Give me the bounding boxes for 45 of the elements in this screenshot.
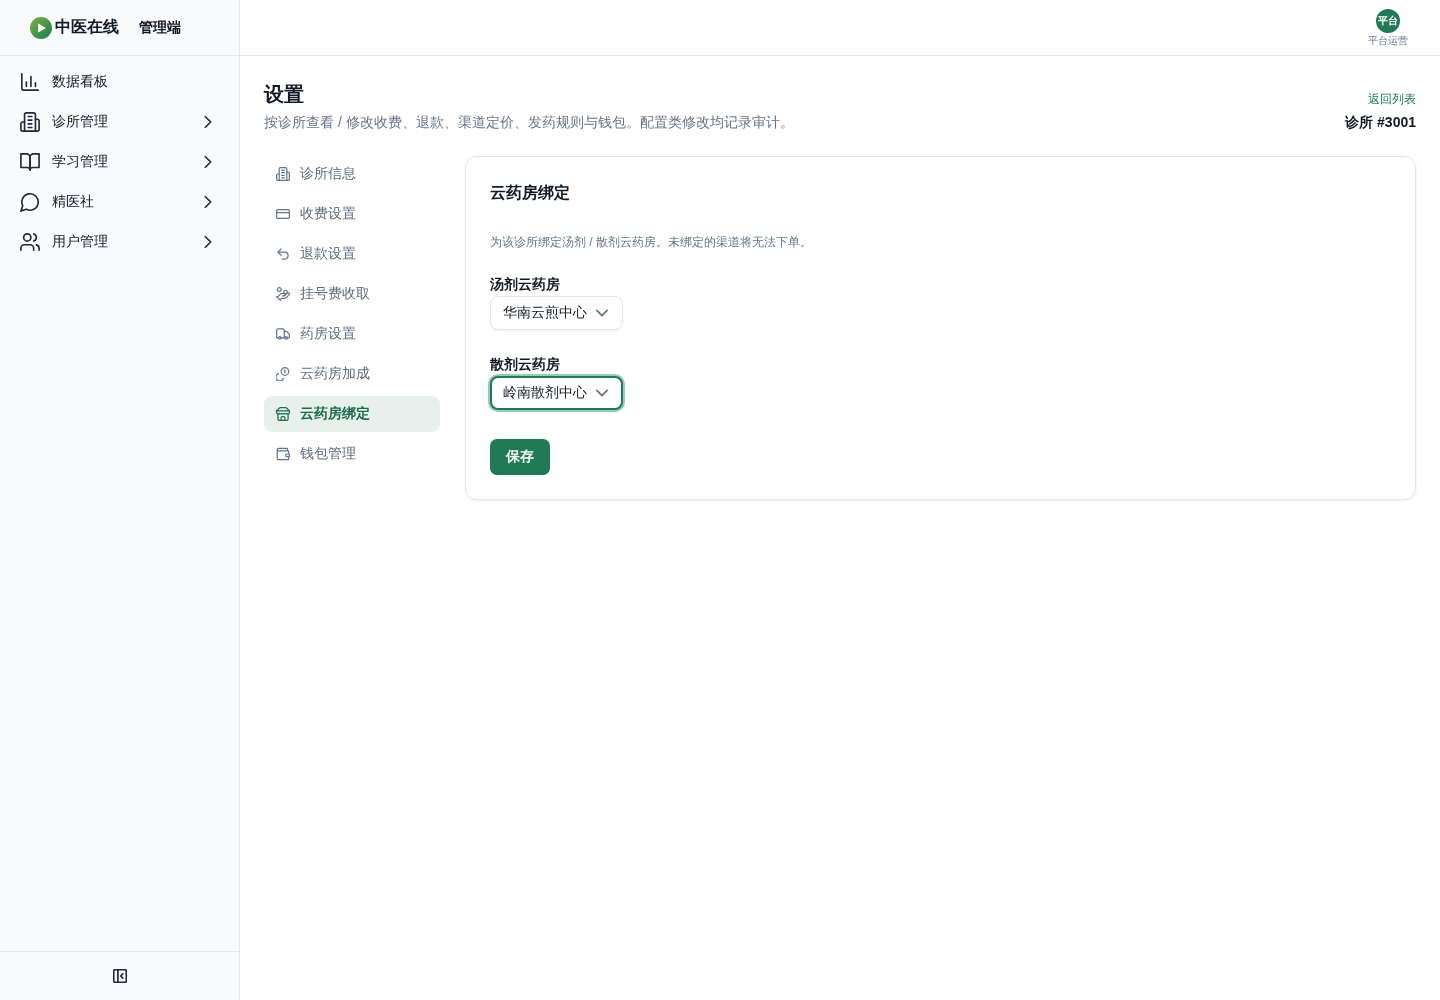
- pharmacy-select[interactable]: 岭南散剂中心: [490, 376, 623, 410]
- coins-icon: [276, 367, 290, 381]
- settings-nav-item[interactable]: 云药房绑定: [264, 396, 440, 432]
- building-icon: [20, 112, 40, 132]
- book-icon: [20, 152, 40, 172]
- page-title: 设置: [264, 82, 305, 107]
- card-description: 为该诊所绑定汤剂 / 散剂云药房。未绑定的渠道将无法下单。: [490, 234, 812, 251]
- sidebar-item[interactable]: 诊所管理: [12, 104, 227, 140]
- speech-bubble-icon: [20, 192, 40, 212]
- store-icon: [276, 407, 290, 421]
- brand-name: 中医在线: [55, 17, 119, 37]
- chevron-down-icon: [596, 387, 608, 399]
- play-logo-icon: [30, 16, 52, 39]
- settings-nav-item[interactable]: 药房设置: [264, 316, 440, 352]
- field-label: 汤剂云药房: [490, 275, 560, 294]
- hand-coins-icon: [276, 287, 290, 301]
- sidebar-item[interactable]: 用户管理: [12, 224, 227, 260]
- pharmacy-select[interactable]: 华南云煎中心: [490, 296, 623, 330]
- sidebar-item[interactable]: 学习管理: [12, 144, 227, 180]
- sidebar-item[interactable]: 数据看板: [12, 64, 227, 100]
- user-role-label: 平台运营: [1368, 34, 1408, 48]
- settings-nav-item[interactable]: 挂号费收取: [264, 276, 440, 312]
- settings-nav-item[interactable]: 云药房加成: [264, 356, 440, 392]
- panel-collapse-icon: [112, 969, 127, 983]
- settings-nav-item[interactable]: 钱包管理: [264, 436, 440, 472]
- page-description: 按诊所查看 / 修改收费、退款、渠道定价、发药规则与钱包。配置类修改均记录审计。: [264, 113, 794, 132]
- people-icon: [20, 232, 40, 252]
- truck-icon: [276, 327, 290, 341]
- building-icon: [276, 167, 290, 181]
- field-label: 散剂云药房: [490, 355, 560, 374]
- card-icon: [276, 207, 290, 221]
- card-title: 云药房绑定: [490, 183, 570, 203]
- app-subtitle: 管理端: [139, 18, 181, 37]
- user-avatar[interactable]: 平台: [1376, 9, 1400, 33]
- settings-nav-item[interactable]: 退款设置: [264, 236, 440, 272]
- chevron-down-icon: [596, 307, 608, 319]
- return-arrow-icon: [276, 247, 290, 261]
- back-link[interactable]: 返回列表: [1368, 90, 1416, 108]
- settings-nav-item[interactable]: 诊所信息: [264, 156, 440, 192]
- save-button[interactable]: 保存: [490, 439, 550, 475]
- sidebar-item[interactable]: 精医社: [12, 184, 227, 220]
- settings-nav-item[interactable]: 收费设置: [264, 196, 440, 232]
- wallet-icon: [276, 447, 290, 461]
- chart-icon: [20, 72, 40, 92]
- clinic-label: 诊所 #3001: [1345, 113, 1416, 132]
